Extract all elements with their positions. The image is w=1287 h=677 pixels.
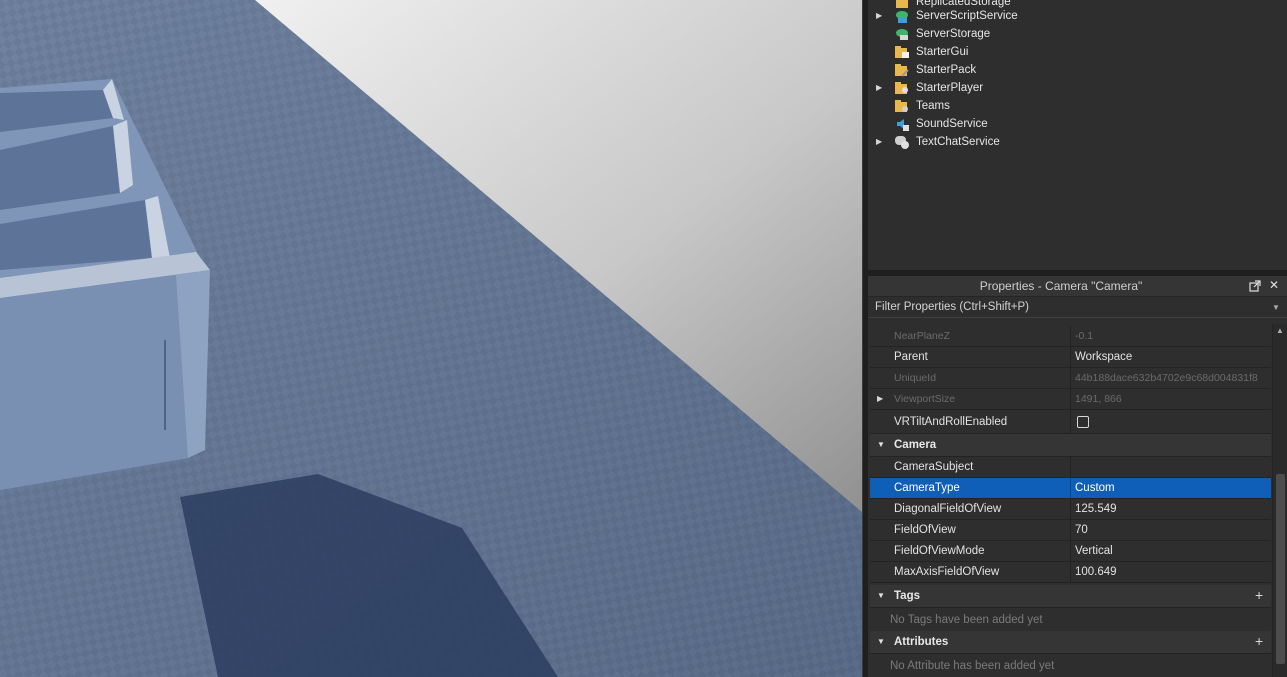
add-tag-icon[interactable]: +: [1255, 587, 1263, 603]
property-name: CameraSubject: [894, 461, 974, 473]
explorer-item-label: StarterPlayer: [916, 82, 984, 94]
property-name: DiagonalFieldOfView: [894, 503, 1002, 515]
scroll-up-icon[interactable]: ▲: [1276, 326, 1284, 335]
property-name: NearPlaneZ: [894, 330, 951, 342]
text-chat-service-icon: [895, 136, 909, 149]
filter-properties-input[interactable]: Filter Properties (Ctrl+Shift+P) ▼: [868, 298, 1287, 318]
expand-arrow-icon[interactable]: ▶: [876, 11, 884, 21]
expand-arrow-icon[interactable]: ▶: [876, 83, 884, 93]
property-name: MaxAxisFieldOfView: [894, 566, 1000, 578]
properties-grid: NearPlaneZ -0.1 Parent Workspace UniqueI…: [870, 326, 1271, 677]
property-name: FieldOfView: [894, 524, 956, 536]
property-name: ViewportSize: [894, 393, 956, 405]
property-value: Custom: [1075, 482, 1115, 494]
property-value: 70: [1075, 524, 1088, 536]
explorer-item-label: Teams: [916, 100, 950, 112]
explorer-panel: ReplicatedStorage ▶ ServerScriptService …: [868, 0, 1287, 270]
property-row-viewportsize[interactable]: ▶ ViewportSize 1491, 866: [870, 389, 1271, 410]
property-value-field: [1070, 410, 1271, 433]
explorer-item-text-chat-service[interactable]: ▶ TextChatService: [868, 133, 1287, 151]
starter-gui-icon: [895, 46, 909, 58]
category-name: Camera: [894, 439, 937, 451]
property-row-cameratype[interactable]: CameraType Custom: [870, 478, 1271, 499]
property-value-field: 1491, 866: [1070, 389, 1271, 409]
property-value: 1491, 866: [1075, 393, 1122, 405]
teams-icon: [895, 100, 908, 112]
property-value: 125.549: [1075, 503, 1117, 515]
properties-scrollbar[interactable]: ▲: [1272, 324, 1287, 677]
explorer-item-label: StarterGui: [916, 46, 969, 58]
explorer-item-starter-pack[interactable]: StarterPack: [868, 61, 1287, 79]
vrtiltandrollenabled-checkbox[interactable]: [1077, 416, 1089, 428]
property-value-field[interactable]: [1070, 457, 1271, 477]
property-value: 100.649: [1075, 566, 1117, 578]
explorer-item-label: SoundService: [916, 118, 988, 130]
collapse-arrow-icon[interactable]: ▼: [877, 440, 885, 449]
explorer-item-starter-gui[interactable]: StarterGui: [868, 43, 1287, 61]
expand-arrow-icon[interactable]: ▶: [877, 394, 883, 403]
property-name: VRTiltAndRollEnabled: [894, 416, 1008, 428]
explorer-item-starter-player[interactable]: ▶ StarterPlayer: [868, 79, 1287, 97]
scrollbar-thumb[interactable]: [1276, 474, 1285, 664]
explorer-item-teams[interactable]: Teams: [868, 97, 1287, 115]
starter-player-icon: [895, 82, 908, 94]
no-tags-message: No Tags have been added yet: [890, 614, 1043, 626]
property-value: Workspace: [1075, 351, 1133, 363]
category-name: Tags: [894, 590, 920, 602]
property-row-uniqueid[interactable]: UniqueId 44b188dace632b4702e9c68d004831f…: [870, 368, 1271, 389]
scene-render: [0, 0, 862, 677]
properties-title-bar: Properties - Camera "Camera" ✕: [868, 276, 1287, 297]
explorer-item-sound-service[interactable]: SoundService: [868, 115, 1287, 133]
property-value: -0.1: [1075, 330, 1094, 342]
category-camera[interactable]: ▼ Camera: [870, 434, 1271, 457]
explorer-item-server-storage[interactable]: ServerStorage: [868, 25, 1287, 43]
property-name: CameraType: [894, 482, 960, 494]
property-row-parent[interactable]: Parent Workspace: [870, 347, 1271, 368]
property-row-vrtiltandrollenabled[interactable]: VRTiltAndRollEnabled: [870, 410, 1271, 434]
properties-title: Properties - Camera "Camera": [979, 279, 1143, 293]
explorer-item-label: TextChatService: [916, 136, 1000, 148]
property-row-fieldofviewmode[interactable]: FieldOfViewMode Vertical: [870, 541, 1271, 562]
property-row-maxaxisfieldofview[interactable]: MaxAxisFieldOfView 100.649: [870, 562, 1271, 583]
collapse-arrow-icon[interactable]: ▼: [877, 591, 885, 600]
property-value-field[interactable]: 100.649: [1070, 562, 1271, 582]
property-value-field[interactable]: Vertical: [1070, 541, 1271, 561]
close-icon[interactable]: ✕: [1267, 278, 1281, 292]
property-name: FieldOfViewMode: [894, 545, 985, 557]
explorer-item-label: ServerScriptService: [916, 10, 1018, 22]
property-row-nearplanez[interactable]: NearPlaneZ -0.1: [870, 326, 1271, 347]
3d-viewport[interactable]: [0, 0, 862, 677]
chevron-down-icon[interactable]: ▼: [1272, 303, 1280, 312]
property-value-field: 44b188dace632b4702e9c68d004831f8: [1070, 368, 1271, 388]
explorer-item-label: StarterPack: [916, 64, 977, 76]
filter-placeholder: Filter Properties (Ctrl+Shift+P): [875, 301, 1030, 313]
category-name: Attributes: [894, 636, 949, 648]
property-row-diagonalfieldofview[interactable]: DiagonalFieldOfView 125.549: [870, 499, 1271, 520]
property-row-fieldofview[interactable]: FieldOfView 70: [870, 520, 1271, 541]
property-value: 44b188dace632b4702e9c68d004831f8: [1075, 372, 1258, 384]
collapse-arrow-icon[interactable]: ▼: [877, 637, 885, 646]
starter-pack-icon: [895, 64, 909, 77]
property-value-field[interactable]: 125.549: [1070, 499, 1271, 519]
property-row-camerasubject[interactable]: CameraSubject: [870, 457, 1271, 478]
property-value-field[interactable]: Custom: [1070, 478, 1271, 498]
explorer-item-label: ServerStorage: [916, 28, 991, 40]
explorer-item-server-script-service[interactable]: ▶ ServerScriptService: [868, 7, 1287, 25]
properties-panel: Properties - Camera "Camera" ✕ Filter Pr…: [868, 276, 1287, 677]
undock-icon[interactable]: [1248, 279, 1262, 293]
sound-service-icon: [897, 119, 909, 131]
add-attribute-icon[interactable]: +: [1255, 633, 1263, 649]
property-name: UniqueId: [894, 372, 937, 384]
property-value: Vertical: [1075, 545, 1113, 557]
property-value-field: -0.1: [1070, 326, 1271, 346]
no-attributes-message: No Attribute has been added yet: [890, 660, 1055, 672]
property-value-field[interactable]: 70: [1070, 520, 1271, 540]
property-name: Parent: [894, 351, 928, 363]
category-tags[interactable]: ▼ Tags +: [870, 585, 1271, 608]
server-script-service-icon: [896, 11, 908, 23]
server-storage-icon: [896, 29, 908, 40]
expand-arrow-icon[interactable]: ▶: [876, 137, 884, 147]
property-value-field[interactable]: Workspace: [1070, 347, 1271, 367]
category-attributes[interactable]: ▼ Attributes +: [870, 631, 1271, 654]
